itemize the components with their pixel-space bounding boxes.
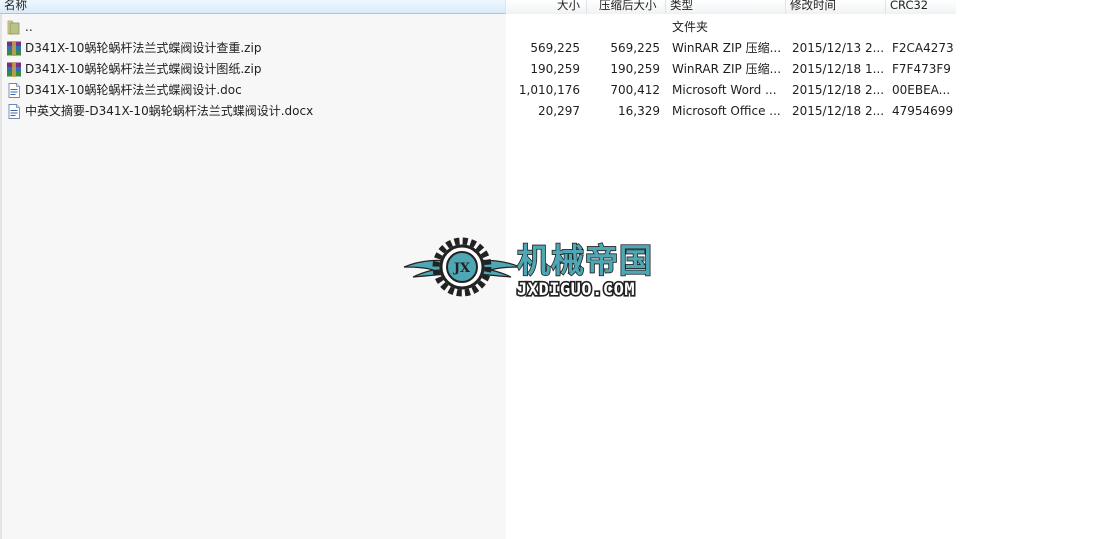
file-crc32: 00EBEA...	[892, 83, 951, 97]
file-modified: 2015/12/13 2...	[792, 41, 884, 55]
column-header-type[interactable]: 类型	[666, 0, 786, 14]
file-type: Microsoft Word ...	[672, 83, 777, 97]
file-modified: 2015/12/18 1...	[792, 62, 884, 76]
list-item[interactable]: D341X-10蜗轮蜗杆法兰式蝶阀设计图纸.zip 190,259 190,25…	[0, 59, 956, 80]
file-name: D341X-10蜗轮蜗杆法兰式蝶阀设计查重.zip	[25, 41, 262, 55]
badge-text: JX	[453, 261, 471, 276]
folder-up-icon	[7, 20, 20, 35]
watermark-url: JXDIGUO.COM	[517, 280, 635, 298]
column-header-bar: 名称 大小 压缩后大小 类型 修改时间 CRC32	[0, 0, 956, 14]
file-crc32: 47954699	[892, 104, 954, 118]
file-size: 20,297	[538, 104, 580, 118]
file-packed-size: 700,412	[610, 83, 660, 97]
gear-emblem-icon: JX	[403, 237, 521, 297]
word-document-icon	[8, 104, 20, 119]
file-name: D341X-10蜗轮蜗杆法兰式蝶阀设计.doc	[25, 83, 242, 97]
file-size: 190,259	[530, 62, 580, 76]
file-packed-size: 16,329	[618, 104, 660, 118]
list-item[interactable]: 中英文摘要-D341X-10蜗轮蜗杆法兰式蝶阀设计.docx 20,297 16…	[0, 101, 956, 122]
watermark-title: 机械帝国	[517, 241, 653, 280]
column-header-size[interactable]: 大小	[506, 0, 587, 14]
file-packed-size: 190,259	[610, 62, 660, 76]
column-header-packed-size[interactable]: 压缩后大小	[587, 0, 666, 14]
file-size: 569,225	[530, 41, 580, 55]
winrar-archive-icon	[7, 62, 21, 77]
list-item[interactable]: D341X-10蜗轮蜗杆法兰式蝶阀设计.doc 1,010,176 700,41…	[0, 80, 956, 101]
word-document-icon	[8, 83, 20, 98]
list-item[interactable]: .. 文件夹	[0, 17, 956, 38]
file-modified: 2015/12/18 2...	[792, 83, 884, 97]
file-packed-size: 569,225	[610, 41, 660, 55]
file-type: Microsoft Office ...	[672, 104, 781, 118]
column-header-crc32[interactable]: CRC32	[886, 0, 956, 14]
file-crc32: F7F473F9	[892, 62, 951, 76]
list-item[interactable]: D341X-10蜗轮蜗杆法兰式蝶阀设计查重.zip 569,225 569,22…	[0, 38, 956, 59]
file-name: 中英文摘要-D341X-10蜗轮蜗杆法兰式蝶阀设计.docx	[25, 104, 314, 118]
file-type: 文件夹	[672, 20, 709, 34]
column-header-name[interactable]: 名称	[0, 0, 506, 14]
winrar-archive-icon	[7, 41, 21, 56]
column-header-modified[interactable]: 修改时间	[786, 0, 886, 14]
file-size: 1,010,176	[518, 83, 580, 97]
file-modified: 2015/12/18 2...	[792, 104, 884, 118]
jxdiguo-watermark-logo: JX 机械帝国 JXDIGUO.COM	[403, 237, 653, 298]
file-crc32: F2CA4273	[892, 41, 954, 55]
file-type: WinRAR ZIP 压缩...	[672, 41, 782, 55]
file-name: D341X-10蜗轮蜗杆法兰式蝶阀设计图纸.zip	[25, 62, 262, 76]
file-type: WinRAR ZIP 压缩...	[672, 62, 782, 76]
file-name: ..	[25, 20, 33, 34]
